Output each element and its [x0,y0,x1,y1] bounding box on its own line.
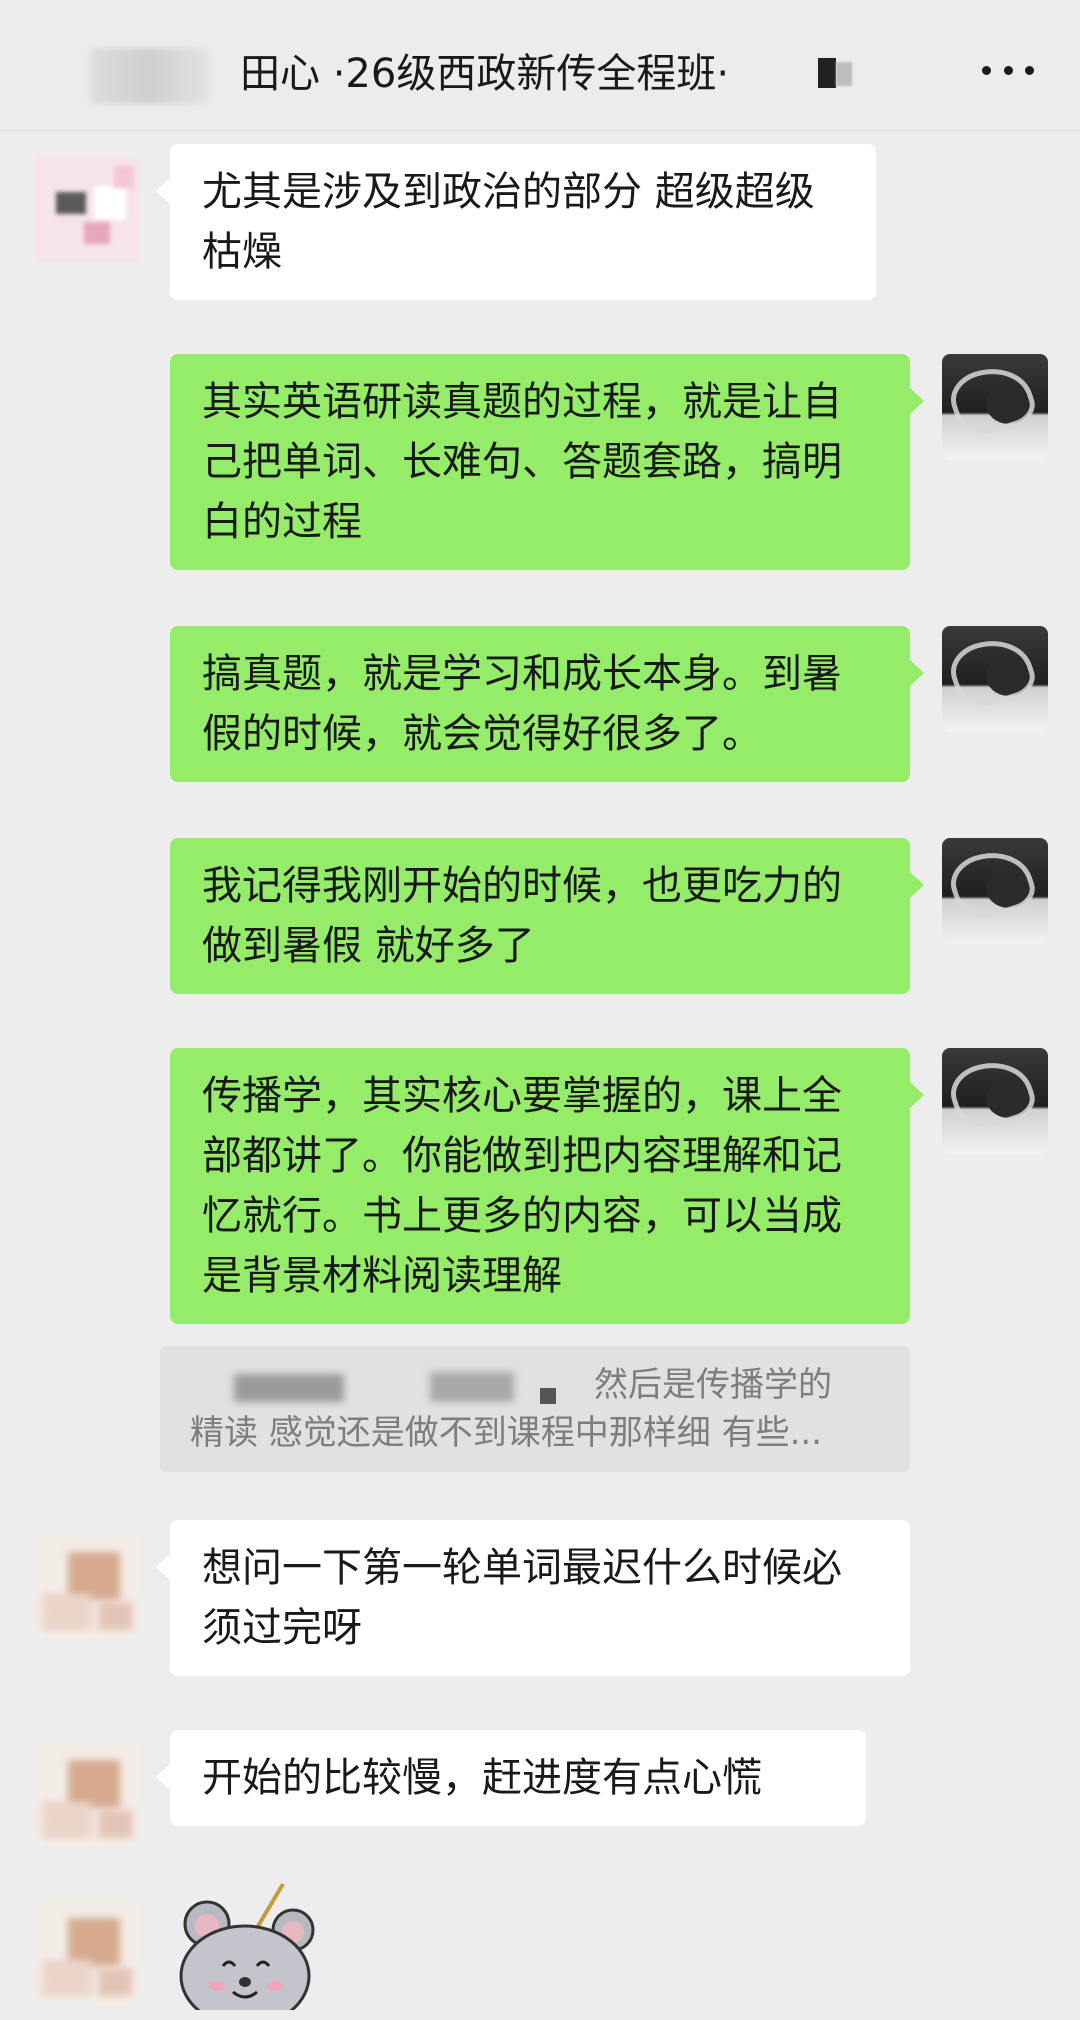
chat-title: 田心 ·26级西政新传全程班· [240,51,730,97]
avatar-self[interactable] [942,838,1048,944]
quote-text: 然后是传播学的 [594,1365,832,1405]
quote-sender-redaction [234,1374,344,1402]
message-text: 尤其是涉及到政治的部分 超级超级枯燥 [202,169,815,275]
message-text: 其实英语研读真题的过程，就是让自己把单词、长难句、答题套路，搞明白的过程 [202,379,842,545]
title-redaction [818,58,836,88]
quoted-message[interactable]: 然后是传播学的 精读 感觉还是做不到课程中那样细 有些... [160,1346,910,1472]
message-bubble-self[interactable]: 我记得我刚开始的时候，也更吃力的 做到暑假 就好多了 [170,838,924,994]
avatar-self[interactable] [942,1048,1048,1154]
back-button[interactable] [90,48,210,104]
quote-separator [540,1388,556,1404]
message-bubble-self[interactable]: 搞真题，就是学习和成长本身。到暑假的时候，就会觉得好很多了。 [170,626,924,782]
quote-sender-redaction [430,1372,514,1402]
quote-text: 精读 感觉还是做不到课程中那样细 有些... [190,1413,823,1453]
avatar-other[interactable] [34,1532,140,1638]
avatar-self[interactable] [942,626,1048,732]
message-text: 开始的比较慢，赶进度有点心慌 [202,1755,762,1801]
message-text: 搞真题，就是学习和成长本身。到暑假的时候，就会觉得好很多了。 [202,651,842,757]
message-text: 想问一下第一轮单词最迟什么时候必须过完呀 [202,1545,842,1651]
mouse-sticker[interactable] [165,1880,325,2010]
message-text: 我记得我刚开始的时候，也更吃力的 做到暑假 就好多了 [202,863,842,969]
chat-header: 田心 ·26级西政新传全程班· [0,0,1080,131]
avatar-other[interactable] [34,156,140,262]
message-bubble-other[interactable]: 开始的比较慢，赶进度有点心慌 [156,1730,866,1826]
more-dots-icon[interactable] [982,50,1034,90]
avatar-other[interactable] [34,1740,140,1846]
message-bubble-other[interactable]: 想问一下第一轮单词最迟什么时候必须过完呀 [156,1520,910,1676]
message-text: 传播学，其实核心要掌握的，课上全部都讲了。你能做到把内容理解和记忆就行。书上更多… [202,1073,842,1299]
avatar-self[interactable] [942,354,1048,460]
message-bubble-self[interactable]: 其实英语研读真题的过程，就是让自己把单词、长难句、答题套路，搞明白的过程 [170,354,924,570]
message-bubble-other[interactable]: 尤其是涉及到政治的部分 超级超级枯燥 [156,144,876,300]
message-bubble-self[interactable]: 传播学，其实核心要掌握的，课上全部都讲了。你能做到把内容理解和记忆就行。书上更多… [170,1048,924,1324]
title-redaction-blur [836,62,852,86]
avatar-other[interactable] [34,1898,140,2004]
